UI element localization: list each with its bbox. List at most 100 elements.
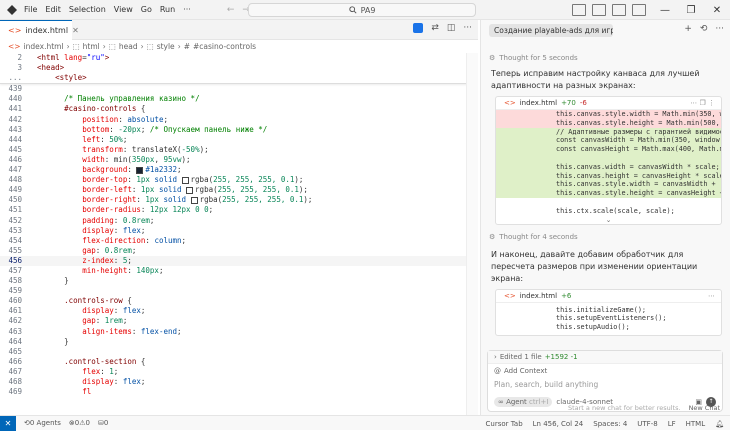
line-number[interactable]: 461 bbox=[0, 306, 28, 316]
line-number[interactable]: 450 bbox=[0, 195, 28, 205]
chat-title-tab[interactable]: Создание playable-ads для игры Пл bbox=[489, 23, 613, 37]
language-mode[interactable]: HTML bbox=[686, 420, 705, 428]
breadcrumb-head[interactable]: head bbox=[119, 42, 138, 51]
close-tab-icon[interactable]: ✕ bbox=[72, 26, 79, 35]
line-number[interactable]: 447 bbox=[0, 165, 28, 175]
line-number[interactable]: 464 bbox=[0, 337, 28, 347]
indentation[interactable]: Spaces: 4 bbox=[593, 420, 627, 428]
agent-mode-selector[interactable]: ∞ Agent ctrl+I bbox=[494, 397, 553, 407]
code-line[interactable]: 447 background: #1a2332; bbox=[0, 165, 478, 175]
agents-count[interactable]: 0 Agents bbox=[30, 419, 61, 427]
cursor-position[interactable]: Ln 456, Col 24 bbox=[533, 420, 584, 428]
menu-view[interactable]: View bbox=[114, 5, 133, 14]
code-line[interactable]: 462 gap: 1rem; bbox=[0, 316, 478, 326]
line-number[interactable]: 460 bbox=[0, 296, 28, 306]
line-number[interactable]: 458 bbox=[0, 276, 28, 286]
menu-file[interactable]: File bbox=[24, 5, 37, 14]
line-number[interactable]: 451 bbox=[0, 205, 28, 215]
command-center-search[interactable]: PA9 bbox=[248, 3, 476, 17]
close-icon[interactable]: ✕ bbox=[704, 5, 730, 16]
line-number[interactable]: 442 bbox=[0, 115, 28, 125]
editor-scrollbar[interactable] bbox=[466, 53, 478, 415]
line-number[interactable]: 467 bbox=[0, 367, 28, 377]
code-line[interactable]: 445 transform: translateX(-50%); bbox=[0, 145, 478, 155]
code-line[interactable]: 460 .controls-row { bbox=[0, 296, 478, 306]
menu-edit[interactable]: Edit bbox=[45, 5, 61, 14]
code-line[interactable]: 453 display: flex; bbox=[0, 226, 478, 236]
restore-icon[interactable]: ❐ bbox=[678, 5, 704, 16]
split-editor-icon[interactable]: ◫ bbox=[447, 23, 456, 33]
menu-selection[interactable]: Selection bbox=[69, 5, 106, 14]
code-line[interactable]: 463 align-items: flex-end; bbox=[0, 327, 478, 337]
expand-chevron-icon[interactable]: ⌄ bbox=[496, 216, 721, 224]
line-number[interactable]: 454 bbox=[0, 236, 28, 246]
history-icon[interactable]: ⟲ bbox=[700, 24, 708, 34]
back-arrow-icon[interactable]: ← bbox=[227, 5, 235, 15]
line-number[interactable]: 445 bbox=[0, 145, 28, 155]
code-line[interactable]: 459 bbox=[0, 286, 478, 296]
line-number[interactable]: 448 bbox=[0, 175, 28, 185]
code-line[interactable]: 468 display: flex; bbox=[0, 377, 478, 387]
notifications-icon[interactable]: 🔔︎ bbox=[715, 420, 724, 428]
code-line[interactable]: 444 left: 50%; bbox=[0, 135, 478, 145]
code-line[interactable]: 455 gap: 0.8rem; bbox=[0, 246, 478, 256]
new-chat-icon[interactable]: + bbox=[684, 24, 692, 34]
code-line[interactable]: 469 fl bbox=[0, 387, 478, 397]
code-diff-block[interactable]: <> index.html +6 ⋯ this.initializeGame()… bbox=[495, 288, 722, 336]
open-changes-icon[interactable]: ⇄ bbox=[431, 23, 439, 33]
breadcrumb-html[interactable]: html bbox=[83, 42, 100, 51]
code-line[interactable]: 457 min-height: 140px; bbox=[0, 266, 478, 276]
code-line[interactable]: 3 <head> bbox=[0, 63, 478, 73]
diff-actions-icon[interactable]: ⋯ bbox=[708, 292, 715, 300]
code-line[interactable]: 456 z-index: 5; bbox=[0, 255, 478, 266]
encoding[interactable]: UTF-8 bbox=[637, 420, 657, 428]
cursor-agent-icon[interactable] bbox=[413, 23, 424, 33]
add-context-button[interactable]: Add Context bbox=[504, 367, 547, 375]
line-number[interactable]: 462 bbox=[0, 316, 28, 326]
line-number[interactable]: 440 bbox=[0, 94, 28, 104]
code-line[interactable]: 466 .control-section { bbox=[0, 357, 478, 367]
toggle-panel-icon[interactable] bbox=[592, 4, 606, 16]
warning-count[interactable]: 0 bbox=[86, 419, 90, 427]
menu-go[interactable]: Go bbox=[141, 5, 152, 14]
code-line[interactable]: 446 width: min(350px, 95vw); bbox=[0, 155, 478, 165]
tab-index-html[interactable]: <> index.html ✕ bbox=[0, 19, 79, 40]
code-line[interactable]: 450 border-right: 1px solid rgba(255, 25… bbox=[0, 195, 478, 205]
line-number[interactable]: 444 bbox=[0, 135, 28, 145]
line-number[interactable]: 457 bbox=[0, 266, 28, 276]
line-number[interactable]: 446 bbox=[0, 155, 28, 165]
line-number[interactable]: 3 bbox=[0, 63, 28, 73]
code-line[interactable]: 452 padding: 0.8rem; bbox=[0, 216, 478, 226]
code-line[interactable]: 443 bottom: -20px; /* Опускаем панель ни… bbox=[0, 125, 478, 135]
code-line[interactable]: 442 position: absolute; bbox=[0, 115, 478, 125]
line-number[interactable]: 459 bbox=[0, 286, 28, 296]
ports-count[interactable]: 0 bbox=[104, 419, 108, 427]
breadcrumb-selector[interactable]: #casino-controls bbox=[193, 42, 256, 51]
code-line[interactable]: 458 } bbox=[0, 276, 478, 286]
code-line[interactable]: 451 border-radius: 12px 12px 0 0; bbox=[0, 205, 478, 215]
color-swatch[interactable] bbox=[186, 186, 194, 194]
line-number[interactable]: 456 bbox=[0, 256, 28, 266]
code-line[interactable]: 464 } bbox=[0, 337, 478, 347]
thought-indicator[interactable]: ⚙ Thought for 5 seconds bbox=[481, 54, 730, 62]
breadcrumb-file[interactable]: index.html bbox=[24, 42, 64, 51]
line-number[interactable]: 441 bbox=[0, 104, 28, 114]
line-number[interactable]: 469 bbox=[0, 387, 28, 397]
diff-actions-icon[interactable]: ⋯ ❐ ⋮ bbox=[690, 99, 715, 107]
code-line[interactable]: 454 flex-direction: column; bbox=[0, 236, 478, 246]
line-number[interactable]: ... bbox=[0, 73, 28, 83]
line-number[interactable]: 468 bbox=[0, 377, 28, 387]
color-swatch[interactable] bbox=[190, 196, 198, 204]
code-editor[interactable]: 2 <html lang="ru"> 3 <head>... <style> 43… bbox=[0, 53, 478, 415]
new-chat-link[interactable]: New Chat bbox=[689, 404, 720, 412]
code-line[interactable]: 448 border-top: 1px solid rgba(255, 255,… bbox=[0, 175, 478, 185]
line-number[interactable]: 463 bbox=[0, 327, 28, 337]
line-number[interactable]: 466 bbox=[0, 357, 28, 367]
code-line[interactable]: 441 #casino-controls { bbox=[0, 104, 478, 114]
code-line[interactable]: ... <style> bbox=[0, 73, 478, 83]
color-swatch[interactable] bbox=[136, 166, 144, 174]
chat-prompt-input[interactable]: Plan, search, build anything bbox=[488, 378, 722, 391]
more-actions-icon[interactable]: ··· bbox=[715, 24, 724, 34]
code-line[interactable]: 440 /* Панель управления казино */ bbox=[0, 94, 478, 104]
code-line[interactable]: 2 <html lang="ru"> bbox=[0, 53, 478, 63]
